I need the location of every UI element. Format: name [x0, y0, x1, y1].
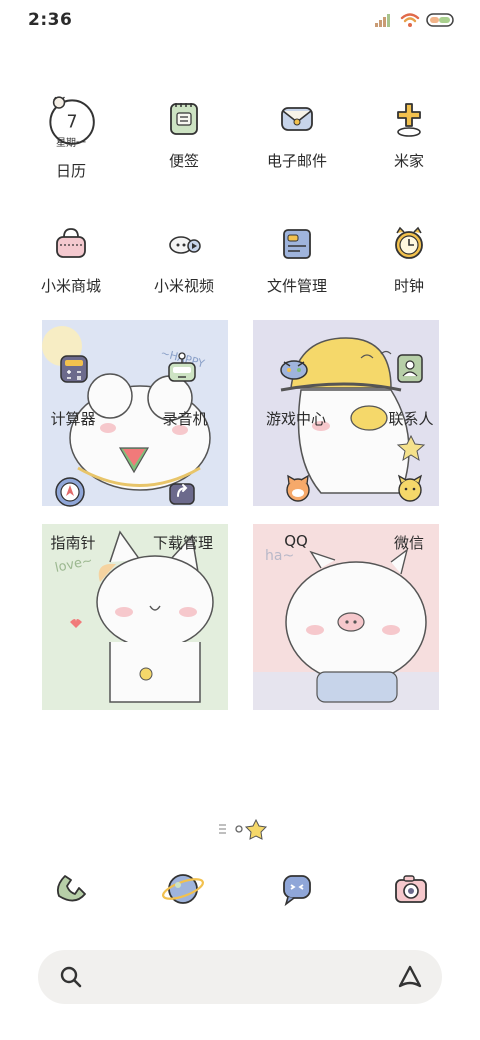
status-bar: 2:36 [0, 0, 480, 40]
recorder-icon [168, 352, 196, 382]
app-downloads[interactable] [164, 474, 200, 510]
clock-icon [395, 226, 423, 259]
game-center-label: 游戏中心 [265, 410, 326, 428]
download-icon [169, 483, 195, 505]
app-game-center[interactable] [276, 350, 312, 386]
dock-browser[interactable] [160, 866, 206, 912]
signal-icon [375, 14, 390, 27]
app-label: 小米商城 [40, 277, 101, 295]
page-indicator[interactable] [0, 818, 480, 840]
recorder-label: 录音机 [162, 410, 208, 428]
app-video[interactable]: 小米视频 [129, 221, 239, 296]
cat-face-icon [286, 474, 310, 502]
camera-icon [395, 875, 427, 903]
files-icon [283, 229, 311, 259]
app-recorder[interactable] [164, 350, 200, 386]
calendar-weekday: 星期一 [56, 138, 86, 149]
app-calculator[interactable] [56, 350, 92, 386]
downloads-label: 下载管理 [152, 534, 213, 552]
search-icon[interactable] [58, 964, 84, 990]
qq-label: QQ [284, 532, 308, 550]
notes-icon [170, 103, 198, 135]
status-icons [374, 12, 456, 28]
dog-face-icon [397, 474, 423, 502]
app-notes[interactable]: 便签 [129, 96, 239, 171]
calculator-icon [60, 355, 88, 383]
app-clock[interactable]: 时钟 [354, 221, 464, 296]
battery-icon [426, 13, 454, 27]
phone-icon [56, 875, 86, 902]
compass-icon [55, 477, 85, 507]
wifi-icon [400, 13, 420, 27]
search-bar[interactable] [38, 950, 442, 1004]
app-contacts[interactable] [392, 350, 428, 386]
app-mail[interactable]: 电子邮件 [242, 96, 352, 171]
app-label: 日历 [55, 162, 86, 180]
wechat-label: 微信 [393, 534, 424, 552]
messages-icon [283, 875, 311, 907]
dock-camera[interactable] [388, 866, 434, 912]
app-compass[interactable] [52, 474, 88, 510]
page-indicator-icons [219, 818, 268, 840]
app-label: 文件管理 [266, 277, 327, 295]
app-label: 米家 [393, 152, 424, 170]
browser-icon [162, 874, 204, 904]
calendar-day: 7 [67, 113, 78, 133]
mijia-icon [397, 103, 421, 137]
app-mijia[interactable]: 米家 [354, 96, 464, 171]
dock-phone[interactable] [47, 866, 93, 912]
contacts-label: 联系人 [388, 410, 434, 428]
app-mini-shortcut-a[interactable] [280, 470, 316, 506]
app-label: 时钟 [393, 277, 424, 295]
app-label: 小米视频 [153, 277, 214, 295]
search-input[interactable] [98, 965, 368, 989]
calculator-label: 计算器 [50, 410, 96, 428]
contacts-icon [397, 354, 423, 383]
app-files[interactable]: 文件管理 [242, 221, 352, 296]
status-time: 2:36 [28, 10, 73, 30]
app-label: 便签 [168, 152, 199, 170]
mail-icon [281, 107, 313, 131]
app-label: 电子邮件 [266, 152, 327, 170]
shop-icon [56, 228, 86, 258]
compass-label: 指南针 [50, 534, 96, 552]
app-calendar[interactable]: 7 星期一 日历 [16, 96, 126, 181]
video-icon [169, 236, 201, 254]
game-center-icon [280, 360, 308, 380]
app-shop[interactable]: 小米商城 [16, 221, 126, 296]
app-mini-shortcut-b[interactable] [392, 470, 428, 506]
dock-messages[interactable] [274, 866, 320, 912]
card-art-text: ha~ [265, 548, 294, 564]
assistant-icon[interactable] [396, 963, 424, 991]
